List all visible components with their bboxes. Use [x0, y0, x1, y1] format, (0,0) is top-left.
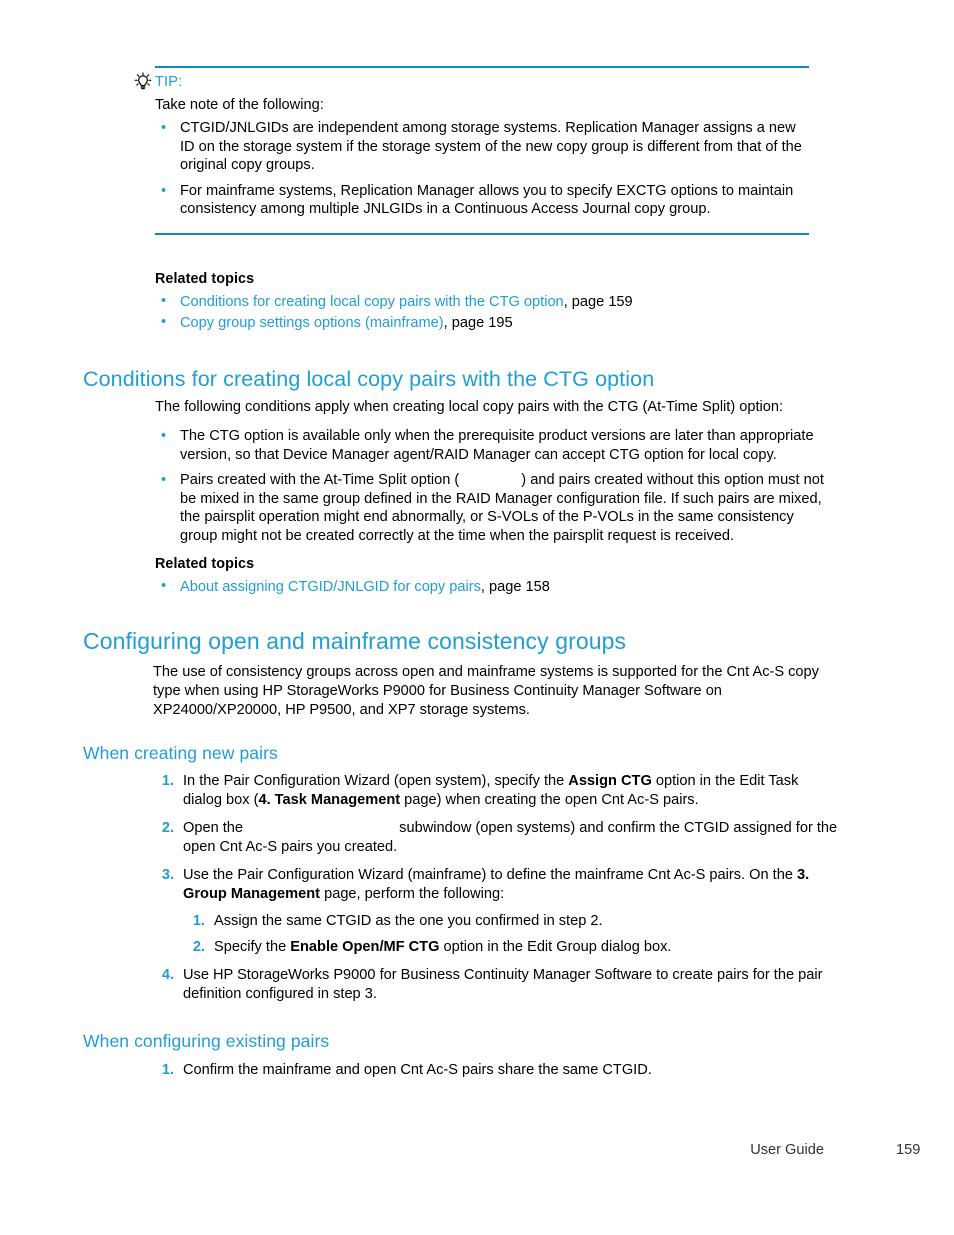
configuring-intro-text: The use of consistency groups across ope…: [153, 664, 819, 718]
footer-page-number-value: 159: [896, 1142, 921, 1158]
footer-guide-label: User Guide: [750, 1142, 824, 1158]
step-text-1: Use HP StorageWorks P9000 for Business C…: [183, 967, 823, 1002]
conditions-bullet-text-part-1: Pairs created with the At-Time Split opt…: [180, 472, 460, 489]
step-text-3: page) when creating the open Cnt Ac-S pa…: [400, 792, 699, 808]
related-topic-page: , page 158: [480, 579, 550, 595]
tip-bullet-item: • CTGID/JNLGIDs are independent among st…: [155, 119, 809, 175]
tip-bullet-text: For mainframe systems, Replication Manag…: [180, 182, 794, 218]
related-topic-link[interactable]: Conditions for creating local copy pairs…: [180, 294, 564, 310]
bullet-icon: •: [161, 314, 167, 330]
step-number: 1.: [161, 1062, 174, 1078]
heading-configuring-open-and-mainframe-consistency-groups: Configuring open and mainframe consisten…: [83, 628, 627, 654]
creating-substep-item: 2. Specify the Enable Open/MF CTG option …: [183, 938, 840, 957]
page-footer: User Guide 159: [0, 1142, 954, 1166]
bullet-icon: •: [161, 182, 167, 199]
step-number: 2.: [161, 820, 174, 836]
tip-top-rule: [155, 66, 809, 68]
tip-bullet-item: • For mainframe systems, Replication Man…: [155, 182, 809, 219]
creating-step-item: 3. Use the Pair Configuration Wizard (mai…: [150, 866, 840, 957]
related-topics-title: Related topics: [155, 556, 255, 572]
creating-step-item: 2. Open the subwindow (open systems) and …: [150, 819, 840, 857]
document-page: TIP: Take note of the following: • CTGID…: [0, 0, 954, 1235]
related-topic-item: • Copy group settings options (mainframe)…: [155, 313, 815, 334]
heading-when-configuring-existing-pairs: When configuring existing pairs: [83, 1031, 330, 1051]
tip-label: TIP:: [155, 74, 183, 90]
related-topic-link[interactable]: About assigning CTGID/JNLGID for copy pa…: [180, 579, 481, 595]
substep-text-2: option in the Edit Group dialog box.: [439, 939, 672, 955]
tip-intro-text: Take note of the following:: [155, 97, 324, 113]
conditions-bullet-text: The CTG option is available only when th…: [180, 428, 814, 463]
tip-admonition: TIP: Take note of the following: • CTGID…: [133, 66, 809, 235]
creating-step-item: 4. Use HP StorageWorks P9000 for Business…: [150, 966, 840, 1004]
step-text-1: Confirm the mainframe and open Cnt Ac-S …: [183, 1062, 652, 1078]
step-number: 3.: [161, 867, 174, 883]
step-text-1: Use the Pair Configuration Wizard (mainf…: [183, 867, 798, 883]
related-topic-item: • Conditions for creating local copy pair…: [155, 292, 815, 313]
step-number: 4.: [161, 967, 174, 983]
configuring-intro-block: The use of consistency groups across ope…: [153, 663, 831, 720]
related-topic-item: • About assigning CTGID/JNLGID for copy p…: [155, 577, 815, 598]
substep-text-1: Specify the: [214, 939, 291, 955]
conditions-bullet-list: • The CTG option is available only when …: [155, 427, 827, 546]
conditions-body: The following conditions apply when crea…: [155, 398, 827, 546]
tip-bullet-text: CTGID/JNLGIDs are independent among stor…: [180, 120, 802, 174]
conditions-bullet-item: • The CTG option is available only when …: [155, 427, 827, 464]
substep-text-1: Assign the same CTGID as the one you con…: [214, 913, 603, 929]
creating-steps-list: 1. In the Pair Configuration Wizard (open…: [150, 772, 840, 1004]
related-topics-title: Related topics: [155, 271, 255, 287]
related-topics-list: • About assigning CTGID/JNLGID for copy p…: [155, 577, 815, 598]
step-bold-assign-ctg: Assign CTG: [568, 773, 652, 789]
existing-steps-block: 1. Confirm the mainframe and open Cnt Ac-…: [150, 1061, 840, 1080]
creating-steps-block: 1. In the Pair Configuration Wizard (open…: [150, 772, 840, 1004]
creating-step-item: 1. In the Pair Configuration Wizard (open…: [150, 772, 840, 810]
tip-body: Take note of the following: • CTGID/JNLG…: [155, 94, 809, 219]
existing-steps-list: 1. Confirm the mainframe and open Cnt Ac-…: [150, 1061, 840, 1080]
step-text-2: page, perform the following:: [320, 886, 505, 902]
substep-number: 1.: [192, 913, 205, 929]
related-topic-link[interactable]: Copy group settings options (mainframe): [180, 315, 444, 331]
tip-header: TIP:: [133, 72, 809, 92]
step-bold-task-management: 4. Task Management: [258, 792, 401, 808]
related-topic-page: , page 195: [443, 315, 513, 331]
conditions-bullet-item: • Pairs created with the At-Time Split op…: [155, 471, 827, 545]
heading-conditions-for-creating-local-copy-pairs: Conditions for creating local copy pairs…: [83, 367, 655, 391]
creating-substeps-list: 1. Assign the same CTGID as the one you c…: [183, 912, 840, 957]
substep-number: 2.: [192, 939, 205, 955]
step-text-1: Open the: [183, 820, 248, 836]
bullet-icon: •: [161, 428, 167, 444]
heading-when-creating-new-pairs: When creating new pairs: [83, 743, 278, 763]
conditions-intro-text: The following conditions apply when crea…: [155, 399, 784, 415]
related-topics-list: • Conditions for creating local copy pair…: [155, 292, 815, 334]
bullet-icon: •: [161, 120, 167, 136]
related-topics-block-2: Related topics • About assigning CTGID/JN…: [155, 555, 815, 598]
bullet-icon: •: [161, 293, 167, 309]
related-topic-page: , page 159: [563, 294, 633, 310]
tip-bullet-list: • CTGID/JNLGIDs are independent among st…: [155, 119, 809, 219]
creating-substep-item: 1. Assign the same CTGID as the one you c…: [183, 912, 840, 931]
tip-bottom-rule: [155, 232, 809, 235]
bullet-icon: •: [161, 472, 167, 489]
existing-step-item: 1. Confirm the mainframe and open Cnt Ac-…: [150, 1061, 840, 1080]
step-text-2: subwindow (open systems) and confirm the…: [183, 820, 838, 855]
related-topics-block-1: Related topics • Conditions for creating …: [155, 270, 815, 334]
lightbulb-tip-icon: [134, 72, 152, 90]
step-number: 1.: [161, 773, 174, 789]
substep-bold-enable-open-mf-ctg: Enable Open/MF CTG: [290, 939, 440, 955]
step-text-1: In the Pair Configuration Wizard (open s…: [183, 773, 569, 789]
bullet-icon: •: [161, 578, 167, 594]
